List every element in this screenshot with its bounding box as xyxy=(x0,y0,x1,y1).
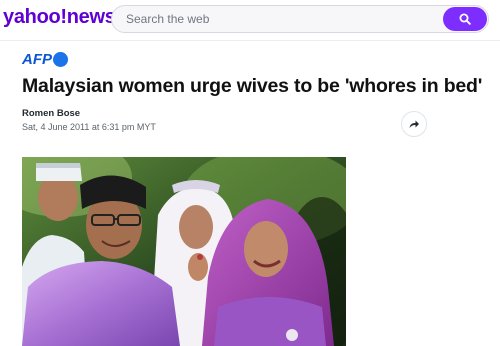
share-icon xyxy=(409,120,419,128)
yahoo-news-logo[interactable]: yahoo!news xyxy=(3,6,116,29)
article-headline: Malaysian women urge wives to be 'whores… xyxy=(22,75,483,97)
wedding-photo-image xyxy=(22,157,346,346)
publish-date: Sat, 4 June 2011 at 6:31 pm MYT xyxy=(22,122,156,132)
share-button[interactable] xyxy=(401,111,427,137)
header-divider xyxy=(0,40,500,41)
author-name[interactable]: Romen Bose xyxy=(22,108,80,119)
search-input[interactable] xyxy=(126,10,426,28)
article-photo[interactable] xyxy=(22,157,346,346)
search-icon xyxy=(459,13,471,25)
source-logo-dot xyxy=(53,52,68,67)
search-bar xyxy=(111,5,489,33)
top-bar: yahoo!news xyxy=(0,0,500,38)
search-button[interactable] xyxy=(443,7,487,31)
source-logo[interactable]: AFP xyxy=(22,51,52,68)
